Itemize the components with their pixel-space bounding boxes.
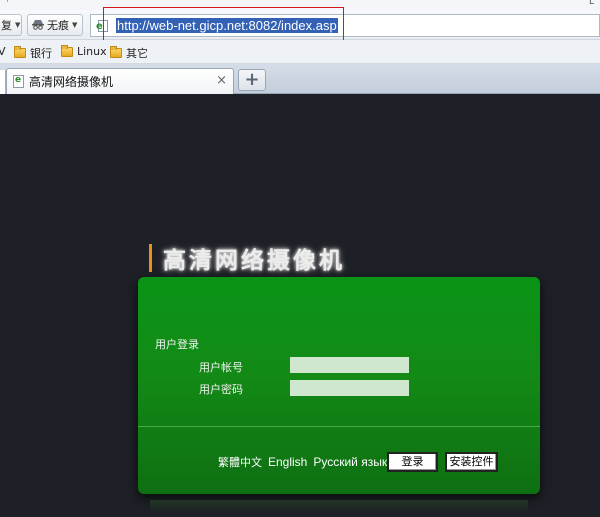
title-accent-bar	[149, 244, 152, 272]
panel-reflection	[150, 500, 528, 512]
bookmark-item[interactable]: V	[0, 45, 6, 58]
tab-bar: 高清网络摄像机 × +	[0, 64, 600, 94]
language-switcher: 繁體中文 English Русский язык	[218, 454, 393, 470]
language-link-russian[interactable]: Русский язык	[313, 455, 387, 469]
bookmark-folder-linux[interactable]: Linux	[61, 44, 107, 58]
window-top-strip: · L	[0, 0, 600, 10]
language-link-english[interactable]: English	[268, 455, 307, 469]
incognito-icon	[32, 18, 44, 33]
close-icon[interactable]: ×	[216, 73, 227, 88]
tab-active[interactable]: 高清网络摄像机 ×	[6, 68, 234, 94]
back-button-label: 复	[1, 19, 12, 32]
login-section-title: 用户登录	[155, 338, 199, 351]
username-input[interactable]	[290, 357, 409, 373]
address-bar[interactable]: e http://web-net.gicp.net:8082/index.asp	[90, 14, 600, 37]
folder-icon	[110, 46, 122, 58]
traceless-label: 无痕	[47, 19, 69, 32]
top-strip-glyph-left: ·	[6, 0, 9, 7]
login-panel: 用户登录 用户帐号 用户密码 繁體中文 English Русский язык…	[138, 277, 540, 494]
new-tab-button[interactable]: +	[238, 69, 266, 91]
page-content: 高清网络摄像机 用户登录 用户帐号 用户密码 繁體中文 English Русс…	[0, 95, 600, 517]
browser-toolbar: 复 ▼ 无痕 ▼ e http://web-net.gicp.net:8082/…	[0, 10, 600, 40]
back-dropdown-button[interactable]: 复 ▼	[0, 14, 22, 36]
bookmark-label: V	[0, 45, 6, 58]
traceless-button[interactable]: 无痕 ▼	[27, 14, 83, 36]
address-url[interactable]: http://web-net.gicp.net:8082/index.asp	[116, 18, 338, 33]
folder-icon	[61, 44, 73, 57]
folder-icon	[14, 46, 26, 58]
page-favicon-icon: e	[96, 19, 110, 33]
page-title-text: 高清网络摄像机	[163, 248, 345, 274]
bookmark-label: Linux	[77, 45, 107, 58]
install-plugin-button[interactable]: 安装控件	[445, 452, 498, 472]
bookmark-folder-other[interactable]: 其它	[110, 45, 148, 61]
language-link-traditional-chinese[interactable]: 繁體中文	[218, 454, 262, 470]
bookmark-label: 银行	[30, 47, 52, 60]
password-label: 用户密码	[199, 383, 243, 396]
login-button[interactable]: 登录	[387, 452, 438, 472]
page-title: 高清网络摄像机	[149, 243, 345, 274]
page-favicon-icon	[13, 75, 24, 88]
bookmark-label: 其它	[126, 47, 148, 60]
username-label: 用户帐号	[199, 361, 243, 374]
chevron-down-icon: ▼	[72, 21, 78, 29]
chevron-down-icon: ▼	[15, 21, 21, 29]
bookmarks-bar: V 银行 Linux 其它	[0, 40, 600, 64]
panel-divider	[138, 426, 540, 427]
password-input[interactable]	[290, 380, 409, 396]
tab-title: 高清网络摄像机	[29, 75, 114, 89]
top-strip-glyph-right: L	[588, 0, 594, 7]
bookmark-folder-bank[interactable]: 银行	[14, 45, 52, 61]
